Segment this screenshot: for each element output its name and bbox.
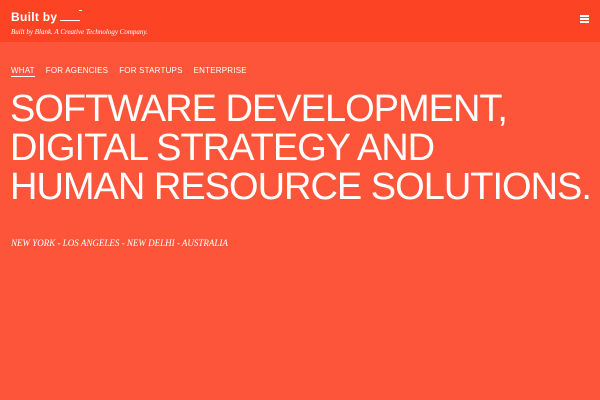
logo-blank-mark: [60, 10, 83, 21]
nav-item-enterprise[interactable]: ENTERPRISE: [194, 66, 247, 77]
logo[interactable]: Built by: [11, 10, 83, 24]
site-header: Built by Built by Blank. A Creative Tech…: [0, 0, 600, 42]
section-nav: WHAT FOR AGENCIES FOR STARTUPS ENTERPRIS…: [11, 66, 247, 77]
headline-line: HUMAN RESOURCE SOLUTIONS.: [10, 166, 592, 208]
locations: NEW YORK - LOS ANGELES - NEW DELHI - AUS…: [11, 238, 228, 248]
hamburger-icon[interactable]: [580, 15, 589, 23]
headline-line: SOFTWARE DEVELOPMENT,: [10, 88, 508, 130]
logo-text: Built by: [11, 10, 58, 24]
headline-line: DIGITAL STRATEGY AND: [10, 127, 435, 169]
nav-item-for-agencies[interactable]: FOR AGENCIES: [46, 66, 108, 77]
nav-item-for-startups[interactable]: FOR STARTUPS: [119, 66, 182, 77]
nav-item-what[interactable]: WHAT: [11, 66, 35, 77]
hero-headline: SOFTWARE DEVELOPMENT, DIGITAL STRATEGY A…: [10, 88, 592, 208]
tagline: Built by Blank. A Creative Technology Co…: [11, 28, 148, 36]
